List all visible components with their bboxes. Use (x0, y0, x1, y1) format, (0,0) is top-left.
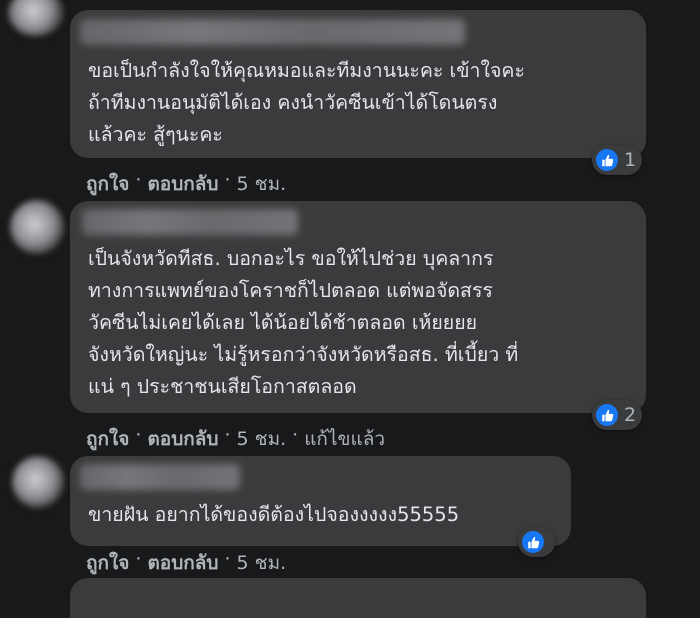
timestamp-link[interactable]: 5 ชม. (237, 169, 287, 199)
separator-dot: · (224, 169, 231, 191)
comment-actions: ถูกใจ · ตอบกลับ · 5 ชม. (86, 169, 286, 199)
timestamp-link[interactable]: 5 ชม. (237, 548, 287, 578)
reply-link[interactable]: ตอบกลับ (147, 548, 218, 578)
thumbs-up-icon (595, 403, 619, 427)
reply-link[interactable]: ตอบกลับ (147, 169, 218, 199)
separator-dot: · (292, 424, 299, 446)
reaction-count: 2 (624, 404, 637, 426)
commenter-name-blurred[interactable] (80, 464, 240, 490)
timestamp-link[interactable]: 5 ชม. (237, 424, 287, 454)
commenter-name-blurred[interactable] (82, 209, 298, 235)
like-link[interactable]: ถูกใจ (86, 424, 129, 454)
comment-text-line: ทางการแพทย์ของโคราชก็ไปตลอด แต่พอจัดสรร (88, 279, 493, 302)
comment-text-line: ขายฝัน อยากได้ของดีต้องไปจองงงงง55555 (88, 503, 460, 526)
comment-text-line: จังหวัดใหญ่นะ ไม่รู้หรอกว่าจังหวัดหรือสธ… (88, 343, 519, 366)
separator-dot: · (224, 548, 231, 570)
separator-dot: · (135, 169, 142, 191)
comment-text-line: ถ้าทีมงานอนุมัติได้เอง คงนำวัคซีนเข้าได้… (88, 91, 498, 114)
separator-dot: · (224, 424, 231, 446)
comment-actions: ถูกใจ · ตอบกลับ · 5 ชม. · แก้ไขแล้ว (86, 424, 385, 454)
reaction-badge[interactable] (518, 527, 555, 557)
thumbs-up-icon (521, 530, 545, 554)
comment-text-line: ขอเป็นกำลังใจให้คุณหมอและทีมงานนะคะ เข้า… (88, 59, 525, 82)
reaction-badge[interactable]: 2 (592, 400, 643, 430)
reply-link[interactable]: ตอบกลับ (147, 424, 218, 454)
comment-actions: ถูกใจ · ตอบกลับ · 5 ชม. (86, 548, 286, 578)
avatar[interactable] (8, 0, 64, 36)
avatar[interactable] (12, 456, 64, 508)
separator-dot: · (135, 548, 142, 570)
commenter-name-blurred[interactable] (80, 19, 465, 45)
next-comment-bubble (70, 578, 646, 618)
edited-label[interactable]: แก้ไขแล้ว (304, 424, 385, 454)
comment-text-line: เป็นจังหวัดทีสธ. บอกอะไร ขอให้ไปช่วย บุค… (88, 247, 494, 270)
separator-dot: · (135, 424, 142, 446)
reaction-count: 1 (624, 149, 637, 171)
like-link[interactable]: ถูกใจ (86, 169, 129, 199)
avatar[interactable] (10, 200, 64, 254)
reaction-badge[interactable]: 1 (592, 145, 643, 175)
like-link[interactable]: ถูกใจ (86, 548, 129, 578)
comment-text-line: วัคซีนไม่เคยได้เลย ได้น้อยได้ช้าตลอด เห้… (88, 311, 478, 334)
comment-text-line: แน่ ๆ ประชาชนเสียโอกาสตลอด (88, 375, 357, 398)
thumbs-up-icon (595, 148, 619, 172)
comment-text-line: แล้วคะ สู้ๆนะคะ (88, 123, 223, 146)
